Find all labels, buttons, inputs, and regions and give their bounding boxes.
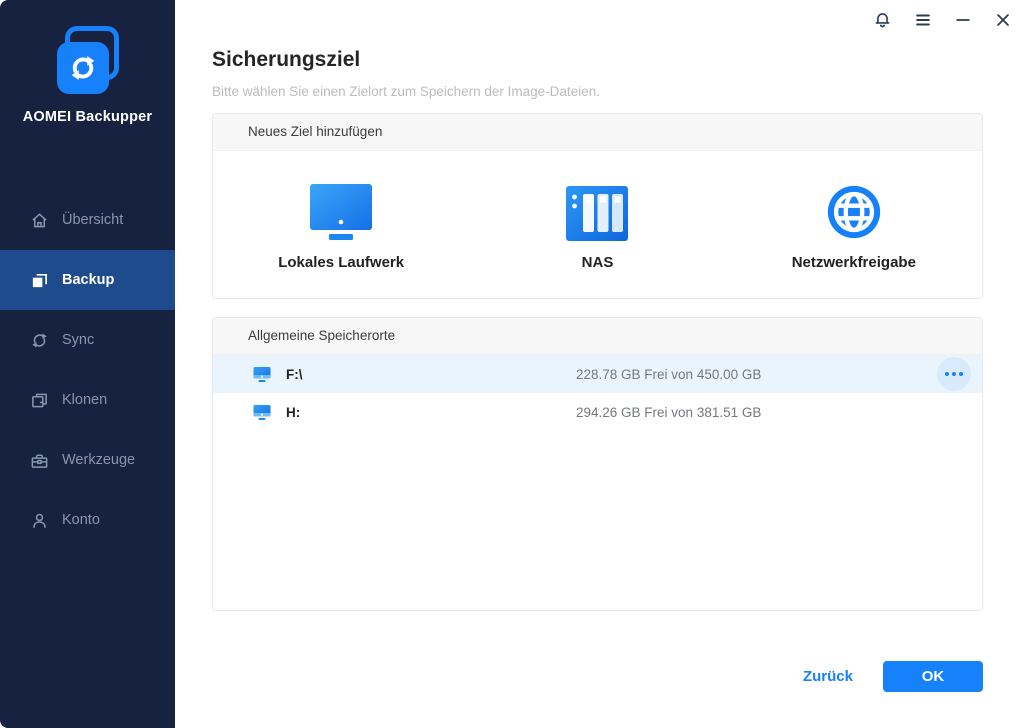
close-icon[interactable] — [993, 10, 1012, 29]
local-drive-icon — [309, 179, 373, 243]
destination-option-local-drive[interactable]: Lokales Laufwerk — [213, 179, 469, 271]
sync-icon — [30, 331, 49, 350]
drive-monitor-icon — [253, 366, 271, 383]
sidebar-item-label: Backup — [62, 272, 115, 288]
sidebar-nav: Übersicht Backup Sync Klonen Werkzeuge K… — [0, 190, 175, 550]
sidebar-item-label: Sync — [62, 332, 95, 348]
brand-name: AOMEI Backupper — [22, 109, 153, 125]
brand-block: AOMEI Backupper — [0, 0, 175, 125]
new-target-panel-header: Neues Ziel hinzufügen — [213, 114, 982, 151]
sidebar-item-label: Klonen — [62, 392, 108, 408]
app-logo — [54, 26, 122, 98]
drive-cell: H: — [253, 404, 576, 421]
destination-options: Lokales Laufwerk NAS Netzwerkfreigabe — [213, 151, 982, 298]
sidebar-item-label: Übersicht — [62, 212, 124, 228]
sidebar-item-klonen[interactable]: Klonen — [0, 370, 175, 430]
backup-icon — [30, 271, 49, 290]
menu-icon[interactable] — [913, 10, 932, 29]
destination-option-nas[interactable]: NAS — [469, 179, 725, 271]
drive-free-space: 294.26 GB Frei von 381.51 GB — [576, 404, 762, 420]
sidebar-item-werkzeuge[interactable]: Werkzeuge — [0, 430, 175, 490]
page-title: Sicherungsziel — [212, 48, 361, 71]
drive-cell: F:\ — [253, 366, 576, 383]
drive-row-h[interactable]: H: 294.26 GB Frei von 381.51 GB — [213, 393, 982, 431]
home-icon — [30, 211, 49, 230]
ellipsis-menu-button[interactable] — [937, 357, 971, 391]
titlebar — [873, 10, 1012, 29]
main-area: Sicherungsziel Bitte wählen Sie einen Zi… — [175, 0, 1024, 728]
new-target-panel: Neues Ziel hinzufügen Lokales Laufwerk N… — [212, 113, 983, 299]
destination-option-label: NAS — [581, 253, 614, 271]
sync-arrows-icon — [56, 42, 109, 94]
nas-icon — [565, 179, 629, 243]
sidebar-item-label: Werkzeuge — [62, 452, 136, 468]
sidebar-item-label: Konto — [62, 512, 100, 528]
locations-panel: Allgemeine Speicherorte F:\ 228.78 GB Fr… — [212, 317, 983, 611]
bell-icon[interactable] — [873, 10, 892, 29]
back-link[interactable]: Zurück — [803, 668, 853, 685]
drive-free-space: 228.78 GB Frei von 450.00 GB — [576, 366, 762, 382]
drive-letter: H: — [286, 404, 301, 420]
app-window: AOMEI Backupper Übersicht Backup Sync Kl… — [0, 0, 1024, 728]
clone-icon — [30, 391, 49, 410]
destination-option-label: Lokales Laufwerk — [278, 253, 405, 271]
toolbox-icon — [30, 451, 49, 470]
person-icon — [30, 511, 49, 530]
destination-option-network-share[interactable]: Netzwerkfreigabe — [726, 179, 982, 271]
sidebar: AOMEI Backupper Übersicht Backup Sync Kl… — [0, 0, 175, 728]
sidebar-item-konto[interactable]: Konto — [0, 490, 175, 550]
locations-panel-header: Allgemeine Speicherorte — [213, 318, 982, 355]
page-subtitle: Bitte wählen Sie einen Zielort zum Speic… — [212, 84, 600, 99]
destination-option-label: Netzwerkfreigabe — [791, 253, 916, 271]
sidebar-item-backup[interactable]: Backup — [0, 250, 175, 310]
sidebar-item-uebersicht[interactable]: Übersicht — [0, 190, 175, 250]
minimize-icon[interactable] — [953, 10, 972, 29]
drive-letter: F:\ — [286, 366, 303, 382]
drive-row-f[interactable]: F:\ 228.78 GB Frei von 450.00 GB — [213, 355, 982, 393]
footer-actions: Zurück OK — [803, 661, 983, 692]
globe-icon — [823, 179, 885, 243]
sidebar-item-sync[interactable]: Sync — [0, 310, 175, 370]
drive-monitor-icon — [253, 404, 271, 421]
ok-button[interactable]: OK — [883, 661, 983, 692]
